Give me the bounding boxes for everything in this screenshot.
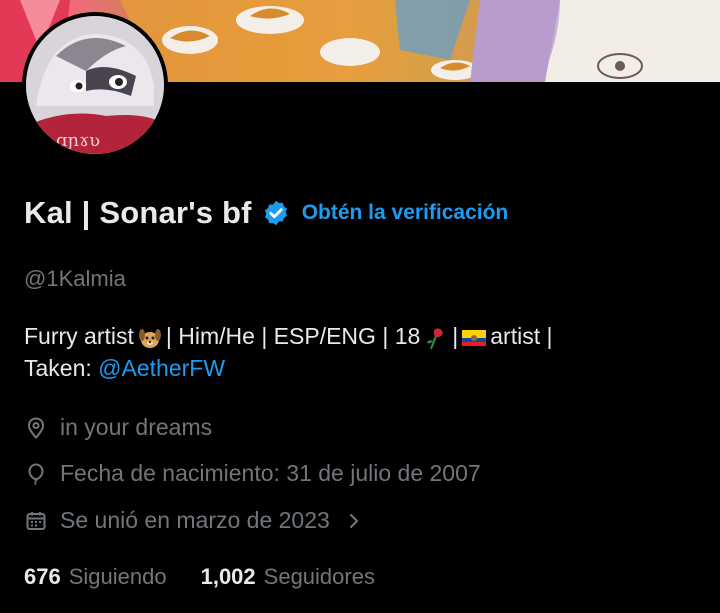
wilted-rose-emoji-icon — [423, 325, 449, 351]
calendar-icon — [26, 511, 46, 530]
birthday-row: Fecha de nacimiento: 31 de julio de 2007 — [24, 460, 481, 487]
display-name: Kal | Sonar's bf — [24, 195, 252, 230]
profile-handle: @1Kalmia — [24, 266, 126, 291]
chevron-right-icon — [349, 513, 358, 528]
avatar-image: ɑɲɤʋ — [26, 16, 164, 154]
mention-link[interactable]: @AetherFW — [98, 355, 225, 381]
birthday-text: Fecha de nacimiento: 31 de julio de 2007 — [60, 460, 481, 486]
following-label: Siguiendo — [68, 564, 167, 589]
profile-avatar[interactable]: ɑɲɤʋ — [22, 12, 168, 158]
profile-name-row: Kal | Sonar's bf Obtén la verificación — [24, 193, 508, 233]
get-verified-link[interactable]: Obtén la verificación — [302, 201, 509, 225]
location-pin-icon — [27, 416, 45, 439]
following-link[interactable]: 676 Siguiendo — [24, 564, 167, 590]
followers-count: 1,002 — [200, 564, 256, 589]
verified-badge-icon[interactable] — [262, 199, 290, 227]
bio-line-2: Taken: @AetherFW — [24, 352, 704, 384]
bio-line-1: Furry artist | Him/He | ESP/ENG | 18 | arti… — [24, 320, 704, 352]
joined-text: Se unió en marzo de 2023 — [60, 507, 330, 533]
bio-text-1: Furry artist — [24, 323, 134, 349]
bio-taken-label: Taken: — [24, 355, 92, 381]
bio-text-3: | — [452, 323, 459, 349]
bio-text-4: artist | — [490, 323, 553, 349]
ecuador-flag-emoji-icon — [461, 325, 487, 351]
followers-link[interactable]: 1,002 Seguidores — [201, 564, 375, 590]
balloon-icon — [28, 462, 44, 485]
svg-text:ɑɲɤʋ: ɑɲɤʋ — [56, 130, 100, 151]
following-count: 676 — [24, 564, 61, 589]
bio-text-2: | Him/He | ESP/ENG | 18 — [165, 323, 421, 349]
location-text: in your dreams — [60, 414, 213, 440]
dog-emoji-icon — [137, 325, 163, 351]
joined-row[interactable]: Se unió en marzo de 2023 — [24, 507, 376, 534]
profile-bio: Furry artist | Him/He | ESP/ENG | 18 | arti… — [24, 320, 704, 384]
followers-label: Seguidores — [263, 564, 375, 589]
location-row: in your dreams — [24, 414, 212, 441]
follow-stats: 676 Siguiendo 1,002 Seguidores — [24, 564, 409, 590]
